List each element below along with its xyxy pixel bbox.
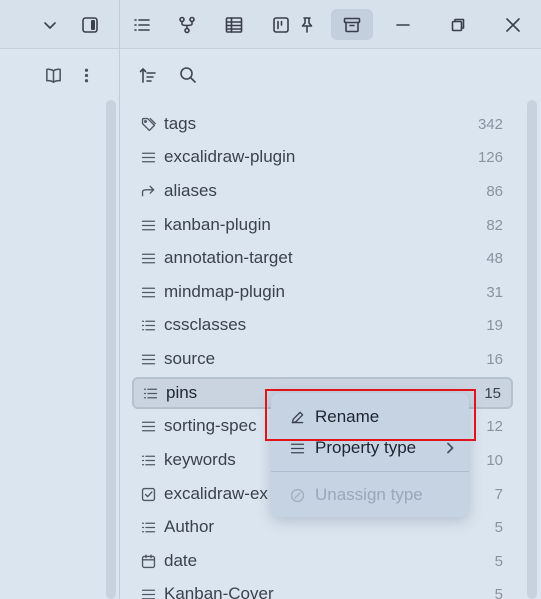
unassign-type-menu-item: Unassign type	[279, 480, 461, 510]
property-type-label: Property type	[315, 438, 417, 457]
left-scrollbar[interactable]	[106, 100, 116, 599]
search-icon[interactable]	[175, 62, 201, 88]
left-sidebar	[0, 50, 119, 599]
alias-arrow-icon	[132, 183, 164, 200]
list-icon	[132, 519, 164, 536]
right-scrollbar[interactable]	[527, 100, 537, 599]
property-row[interactable]: Kanban-Cover 5	[132, 578, 513, 599]
property-row[interactable]: kanban-plugin 82	[132, 209, 513, 241]
list-icon	[132, 452, 164, 469]
more-options-icon[interactable]	[73, 62, 99, 88]
text-icon	[132, 149, 164, 166]
graph-view-icon[interactable]	[170, 9, 204, 40]
text-icon	[132, 217, 164, 234]
property-row[interactable]: excalidraw-plugin 126	[132, 141, 513, 173]
property-count: 5	[494, 552, 503, 570]
property-row[interactable]: mindmap-plugin 31	[132, 276, 513, 308]
minimize-icon[interactable]	[386, 9, 420, 40]
property-name: kanban-plugin	[164, 215, 271, 234]
circle-slash-icon	[279, 487, 315, 504]
property-row[interactable]: source 16	[132, 343, 513, 375]
property-name: annotation-target	[164, 248, 293, 267]
calendar-icon	[132, 553, 164, 570]
property-row[interactable]: aliases 86	[132, 175, 513, 207]
property-name: mindmap-plugin	[164, 282, 285, 301]
sort-icon[interactable]	[135, 62, 161, 88]
property-count: 16	[486, 350, 503, 368]
reading-view-icon[interactable]	[40, 62, 66, 88]
property-count: 12	[486, 417, 503, 435]
property-count: 7	[494, 485, 503, 503]
property-name: tags	[164, 114, 197, 133]
property-count: 5	[494, 585, 503, 599]
checkbox-icon	[132, 486, 164, 503]
text-icon	[132, 586, 164, 599]
tags-icon	[132, 116, 164, 133]
close-icon[interactable]	[496, 9, 530, 40]
chevron-right-icon	[439, 441, 461, 455]
property-row[interactable]: annotation-target 48	[132, 242, 513, 274]
unassign-type-label: Unassign type	[315, 485, 423, 504]
pin-icon[interactable]	[290, 9, 324, 40]
text-icon	[279, 440, 315, 457]
property-count: 48	[486, 249, 503, 267]
property-count: 126	[477, 148, 503, 166]
archive-icon[interactable]	[331, 9, 373, 40]
text-icon	[132, 351, 164, 368]
collapse-chevron-icon[interactable]	[33, 9, 67, 40]
highlight-box	[265, 389, 476, 441]
title-bar	[0, 0, 541, 49]
table-view-icon[interactable]	[217, 9, 251, 40]
property-row[interactable]: date 5	[132, 545, 513, 577]
text-icon	[132, 250, 164, 267]
property-name: aliases	[164, 181, 217, 200]
property-name: excalidraw-plugin	[164, 147, 296, 166]
property-count: 10	[486, 451, 503, 469]
list-icon	[134, 385, 166, 402]
property-count: 31	[486, 283, 503, 301]
text-icon	[132, 418, 164, 435]
property-name: cssclasses	[164, 315, 247, 334]
property-row[interactable]: cssclasses 19	[132, 309, 513, 341]
property-name: source	[164, 349, 216, 368]
property-count: 15	[484, 384, 501, 402]
sidebar-toggle-icon[interactable]	[73, 9, 107, 40]
restore-icon[interactable]	[441, 9, 475, 40]
property-count: 86	[486, 182, 503, 200]
menu-divider	[271, 471, 469, 472]
list-icon	[132, 317, 164, 334]
property-count: 19	[486, 316, 503, 334]
property-name: Kanban-Cover	[164, 584, 274, 599]
property-row[interactable]: tags 342	[132, 108, 513, 140]
property-name: Author	[164, 517, 215, 536]
list-view-icon[interactable]	[125, 9, 159, 40]
property-count: 82	[486, 216, 503, 234]
text-icon	[132, 284, 164, 301]
property-count: 342	[477, 115, 503, 133]
property-count: 5	[494, 518, 503, 536]
property-name: date	[164, 551, 198, 570]
